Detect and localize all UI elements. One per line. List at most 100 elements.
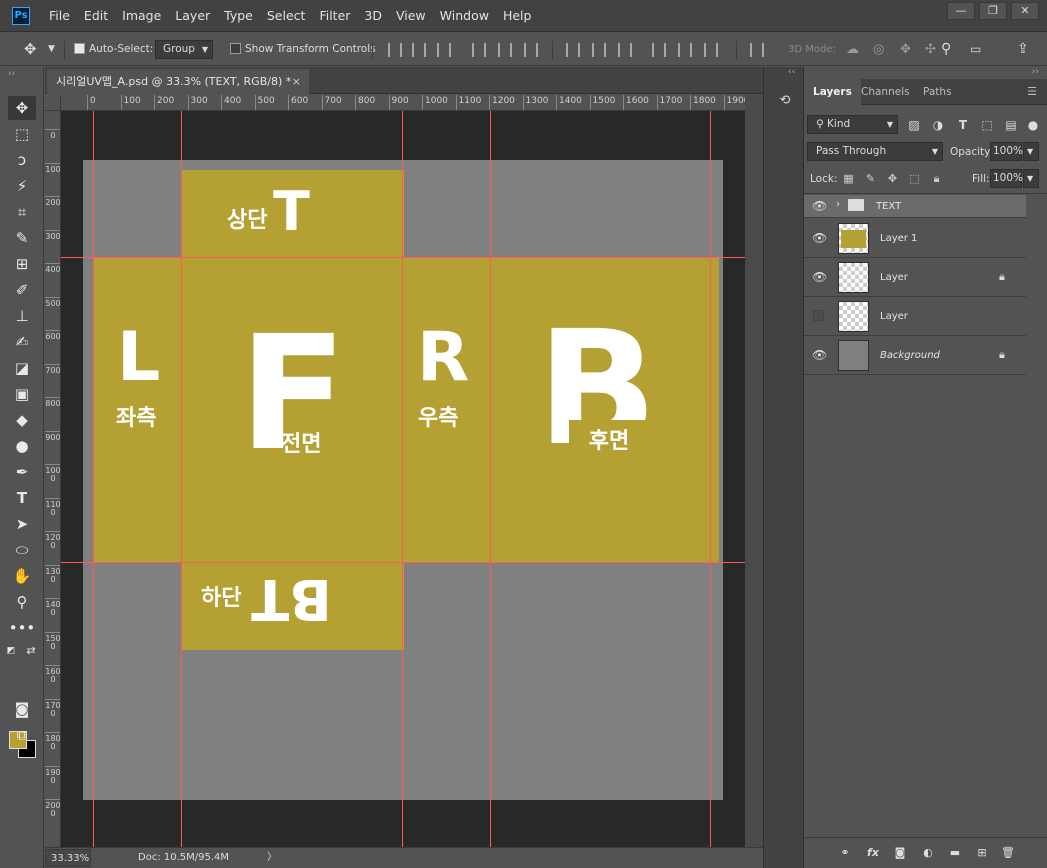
- align-left-icon[interactable]: [472, 43, 486, 57]
- visibility-off-box[interactable]: [813, 310, 824, 321]
- filter-smart-object-icon[interactable]: ▤: [1004, 118, 1018, 132]
- tab-channels[interactable]: Channels: [852, 79, 919, 105]
- filter-toggle-icon[interactable]: ●: [1026, 118, 1040, 132]
- eye-icon[interactable]: 👁︎: [812, 270, 827, 284]
- lock-transparent-pixels-icon[interactable]: ▦: [842, 172, 855, 185]
- guide-horizontal[interactable]: [61, 562, 745, 563]
- align-vertical-center-icon[interactable]: [412, 43, 426, 57]
- document-canvas[interactable]: 상단 T L 좌측 F 전면 R 우측 B 후면 하단 BT: [83, 160, 723, 800]
- layer-row[interactable]: 👁︎ Layer 🔒︎: [804, 258, 1026, 297]
- filter-adjustment-icon[interactable]: ◑: [931, 118, 945, 132]
- ellipse-tool-icon[interactable]: ⬭: [8, 538, 36, 562]
- type-tool-icon[interactable]: T: [8, 486, 36, 510]
- lock-image-pixels-icon[interactable]: ✎: [864, 172, 877, 185]
- folder-icon[interactable]: ▬: [947, 846, 963, 860]
- photoshop-logo-icon[interactable]: Ps: [12, 7, 30, 25]
- menu-view[interactable]: View: [389, 0, 433, 32]
- guide-vertical[interactable]: [710, 111, 711, 847]
- gradient-tool-icon[interactable]: ▣: [8, 382, 36, 406]
- lock-artboard-icon[interactable]: ⬚: [908, 172, 921, 185]
- share-icon[interactable]: ⇪: [1017, 33, 1029, 66]
- show-transform-controls-checkbox[interactable]: Show Transform Controls: [230, 33, 376, 66]
- layer-row[interactable]: Layer: [804, 297, 1026, 336]
- align-top-icon[interactable]: [388, 43, 402, 57]
- marquee-tool-icon[interactable]: ⬚: [8, 122, 36, 146]
- quick-mask-icon[interactable]: ◙: [8, 697, 36, 721]
- menu-filter[interactable]: Filter: [312, 0, 357, 32]
- more-tools-icon[interactable]: •••: [8, 616, 36, 640]
- eyedropper-tool-icon[interactable]: ✎: [8, 226, 36, 250]
- opacity-field[interactable]: 100%: [990, 142, 1023, 161]
- align-right-icon[interactable]: [524, 43, 538, 57]
- lock-position-icon[interactable]: ✥: [886, 172, 899, 185]
- distribute-horizontal-center-icon[interactable]: [678, 43, 692, 57]
- menu-edit[interactable]: Edit: [77, 0, 115, 32]
- dodge-tool-icon[interactable]: ●: [8, 434, 36, 458]
- fill-slider-button[interactable]: ▼: [1023, 169, 1039, 188]
- guide-vertical[interactable]: [402, 111, 403, 847]
- search-icon[interactable]: ⚲: [941, 33, 951, 66]
- eye-icon[interactable]: 👁︎: [812, 348, 827, 362]
- link-icon[interactable]: ⚭: [837, 846, 853, 860]
- new-layer-icon[interactable]: ⊞: [974, 846, 990, 860]
- 3d-slide-icon[interactable]: ✣: [925, 33, 936, 66]
- distribute-bottom-icon[interactable]: [618, 43, 632, 57]
- zoom-tool-icon[interactable]: ⚲: [8, 590, 36, 614]
- zoom-field[interactable]: 33.33%: [45, 849, 91, 867]
- crop-tool-icon[interactable]: ⌗: [8, 200, 36, 224]
- guide-vertical[interactable]: [490, 111, 491, 847]
- 3d-roll-icon[interactable]: ◎: [873, 33, 884, 66]
- layer-row[interactable]: 👁︎ Layer 1: [804, 219, 1026, 258]
- fill-field[interactable]: 100%: [990, 169, 1023, 188]
- eye-icon[interactable]: 👁︎: [812, 199, 827, 213]
- 3d-pan-icon[interactable]: ✥: [900, 33, 911, 66]
- vertical-ruler[interactable]: 0 100 200 300 400 500 600 700 800 900 1000 1100 1200…: [45, 111, 61, 847]
- menu-layer[interactable]: Layer: [168, 0, 217, 32]
- healing-brush-tool-icon[interactable]: ⊞: [8, 252, 36, 276]
- opacity-slider-button[interactable]: ▼: [1023, 142, 1039, 161]
- document-tab[interactable]: 시리얼UV맵_A.psd @ 33.3% (TEXT, RGB/8) * ×: [47, 69, 309, 94]
- brush-tool-icon[interactable]: ✐: [8, 278, 36, 302]
- eye-icon[interactable]: 👁︎: [812, 231, 827, 245]
- menu-file[interactable]: File: [42, 0, 77, 32]
- horizontal-ruler[interactable]: 0 100 200 300 400 500 600 700 800 900 1000 1100 1200…: [61, 95, 745, 111]
- close-tab-icon[interactable]: ×: [292, 69, 301, 94]
- restore-button[interactable]: ❐: [979, 2, 1007, 20]
- align-horizontal-center-icon[interactable]: [498, 43, 512, 57]
- layer-row-background[interactable]: 👁︎ Background 🔒︎: [804, 336, 1026, 375]
- ruler-origin[interactable]: [45, 95, 61, 111]
- adjustment-icon[interactable]: ◐: [920, 846, 936, 860]
- close-button[interactable]: ✕: [1011, 2, 1039, 20]
- filter-shape-icon[interactable]: ⬚: [980, 118, 994, 132]
- pen-tool-icon[interactable]: ✒: [8, 460, 36, 484]
- guide-vertical[interactable]: [93, 111, 94, 847]
- auto-select-checkbox[interactable]: Auto-Select:: [74, 33, 153, 66]
- panel-menu-icon[interactable]: ☰: [1027, 85, 1037, 98]
- hand-tool-icon[interactable]: ✋: [8, 564, 36, 588]
- vertical-scrollbar[interactable]: [745, 95, 763, 847]
- menu-help[interactable]: Help: [496, 0, 539, 32]
- menu-image[interactable]: Image: [115, 0, 168, 32]
- move-tool-icon[interactable]: ✥: [8, 96, 36, 120]
- layer-filter-dropdown[interactable]: ⚲ Kind ▼: [807, 115, 898, 134]
- auto-select-dropdown[interactable]: Group ▼: [155, 40, 213, 59]
- 3d-orbit-icon[interactable]: ☁: [846, 33, 859, 66]
- fx-icon[interactable]: fx: [865, 846, 881, 860]
- clone-stamp-tool-icon[interactable]: ⊥: [8, 304, 36, 328]
- trash-icon[interactable]: 🗑︎: [1000, 846, 1016, 860]
- menu-window[interactable]: Window: [433, 0, 496, 32]
- filter-pixel-icon[interactable]: ▨: [907, 118, 921, 132]
- distribute-left-icon[interactable]: [652, 43, 666, 57]
- panel-grip-icon[interactable]: ››: [8, 69, 15, 79]
- move-tool-preset-icon[interactable]: ✥: [24, 33, 37, 66]
- history-brush-tool-icon[interactable]: ✍: [8, 330, 36, 354]
- swap-colors-icon[interactable]: ⇄: [24, 639, 38, 663]
- blur-tool-icon[interactable]: ◆: [8, 408, 36, 432]
- lock-all-icon[interactable]: 🔒︎: [930, 172, 943, 185]
- path-selection-tool-icon[interactable]: ➤: [8, 512, 36, 536]
- guide-vertical[interactable]: [181, 111, 182, 847]
- tab-paths[interactable]: Paths: [914, 79, 961, 105]
- menu-3d[interactable]: 3D: [357, 0, 389, 32]
- distribute-top-icon[interactable]: [566, 43, 580, 57]
- default-colors-icon[interactable]: ◩: [4, 639, 18, 663]
